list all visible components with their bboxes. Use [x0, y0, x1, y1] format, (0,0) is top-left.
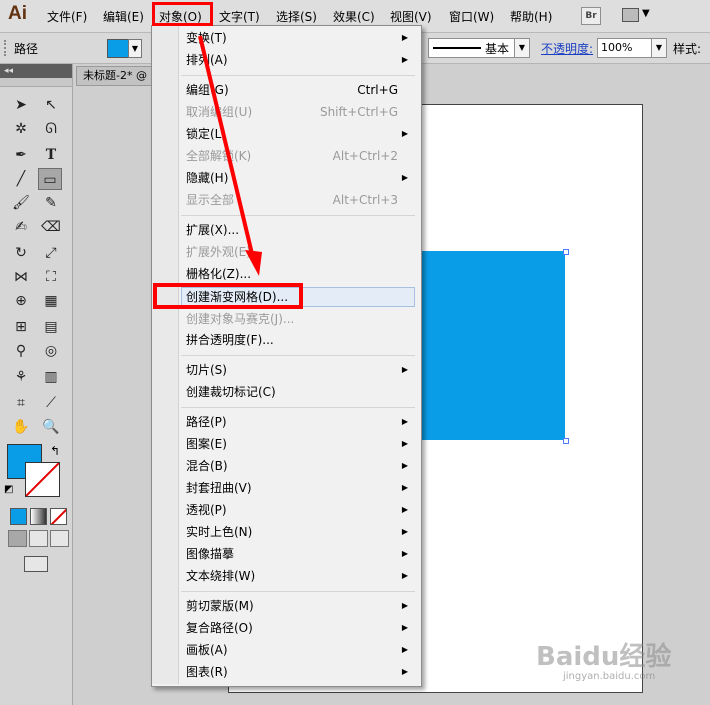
- annotation-arrow: [198, 35, 262, 276]
- watermark-url: jingyan.baidu.com: [563, 671, 656, 682]
- annotation-arrow-head: [245, 250, 262, 276]
- watermark-brand: Baidu经验: [536, 642, 672, 672]
- annotation-arrow-shaft: [198, 35, 255, 259]
